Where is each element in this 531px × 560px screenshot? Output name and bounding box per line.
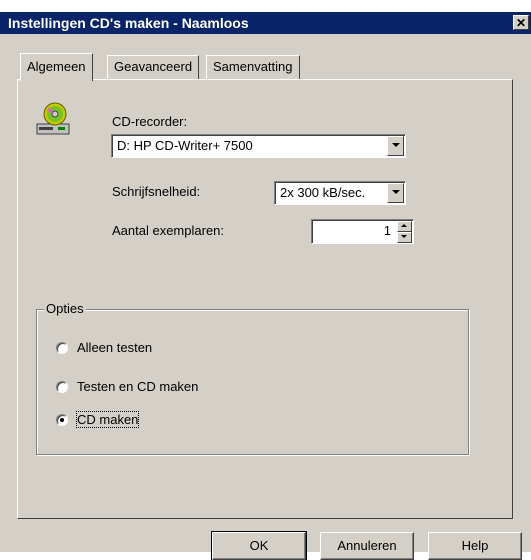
radio-label: Alleen testen	[77, 340, 153, 355]
options-groupbox: Opties Alleen testen Testen en CD maken …	[36, 301, 469, 455]
window-title: Instellingen CD's maken - Naamloos	[8, 15, 249, 31]
spin-up-icon[interactable]	[397, 221, 412, 232]
spin-down-icon[interactable]	[397, 232, 412, 243]
radio-label: Testen en CD maken	[77, 379, 199, 394]
recorder-label: CD-recorder:	[112, 114, 188, 129]
copies-label: Aantal exemplaren:	[112, 223, 225, 238]
options-title: Opties	[44, 301, 86, 316]
tab-label: Algemeen	[27, 59, 86, 74]
title-bar: Instellingen CD's maken - Naamloos ✕	[0, 12, 531, 34]
radio-label: CD maken	[75, 411, 140, 428]
cancel-button[interactable]: Annuleren	[320, 532, 414, 560]
tab-label: Samenvatting	[213, 59, 293, 74]
recorder-value: D: HP CD-Writer+ 7500	[117, 138, 253, 153]
close-icon: ✕	[515, 16, 527, 30]
speed-value: 2x 300 kB/sec.	[280, 185, 366, 200]
speed-select[interactable]: 2x 300 kB/sec.	[274, 181, 406, 205]
close-button[interactable]: ✕	[513, 15, 529, 30]
copies-value: 1	[383, 223, 391, 238]
chevron-down-icon[interactable]	[387, 183, 404, 203]
tab-geavanceerd[interactable]: Geavanceerd	[107, 55, 200, 79]
tab-algemeen[interactable]: Algemeen	[20, 53, 93, 81]
radio-button[interactable]	[56, 381, 68, 393]
copies-spinner[interactable]: 1	[311, 219, 414, 244]
tab-samenvatting[interactable]: Samenvatting	[206, 55, 300, 79]
cd-recorder-icon	[36, 102, 70, 135]
help-button[interactable]: Help	[428, 532, 522, 560]
ok-button[interactable]: OK	[211, 531, 307, 560]
tab-label: Geavanceerd	[114, 59, 193, 74]
cd-settings-dialog: Instellingen CD's maken - Naamloos ✕ Alg…	[0, 12, 531, 560]
radio-button-selected[interactable]	[56, 414, 68, 426]
chevron-down-icon[interactable]	[387, 136, 404, 156]
speed-label: Schrijfsnelheid:	[112, 184, 201, 199]
recorder-select[interactable]: D: HP CD-Writer+ 7500	[111, 134, 406, 158]
radio-button[interactable]	[56, 342, 68, 354]
tab-panel-algemeen: CD-recorder: D: HP CD-Writer+ 7500 Schri…	[17, 79, 513, 519]
